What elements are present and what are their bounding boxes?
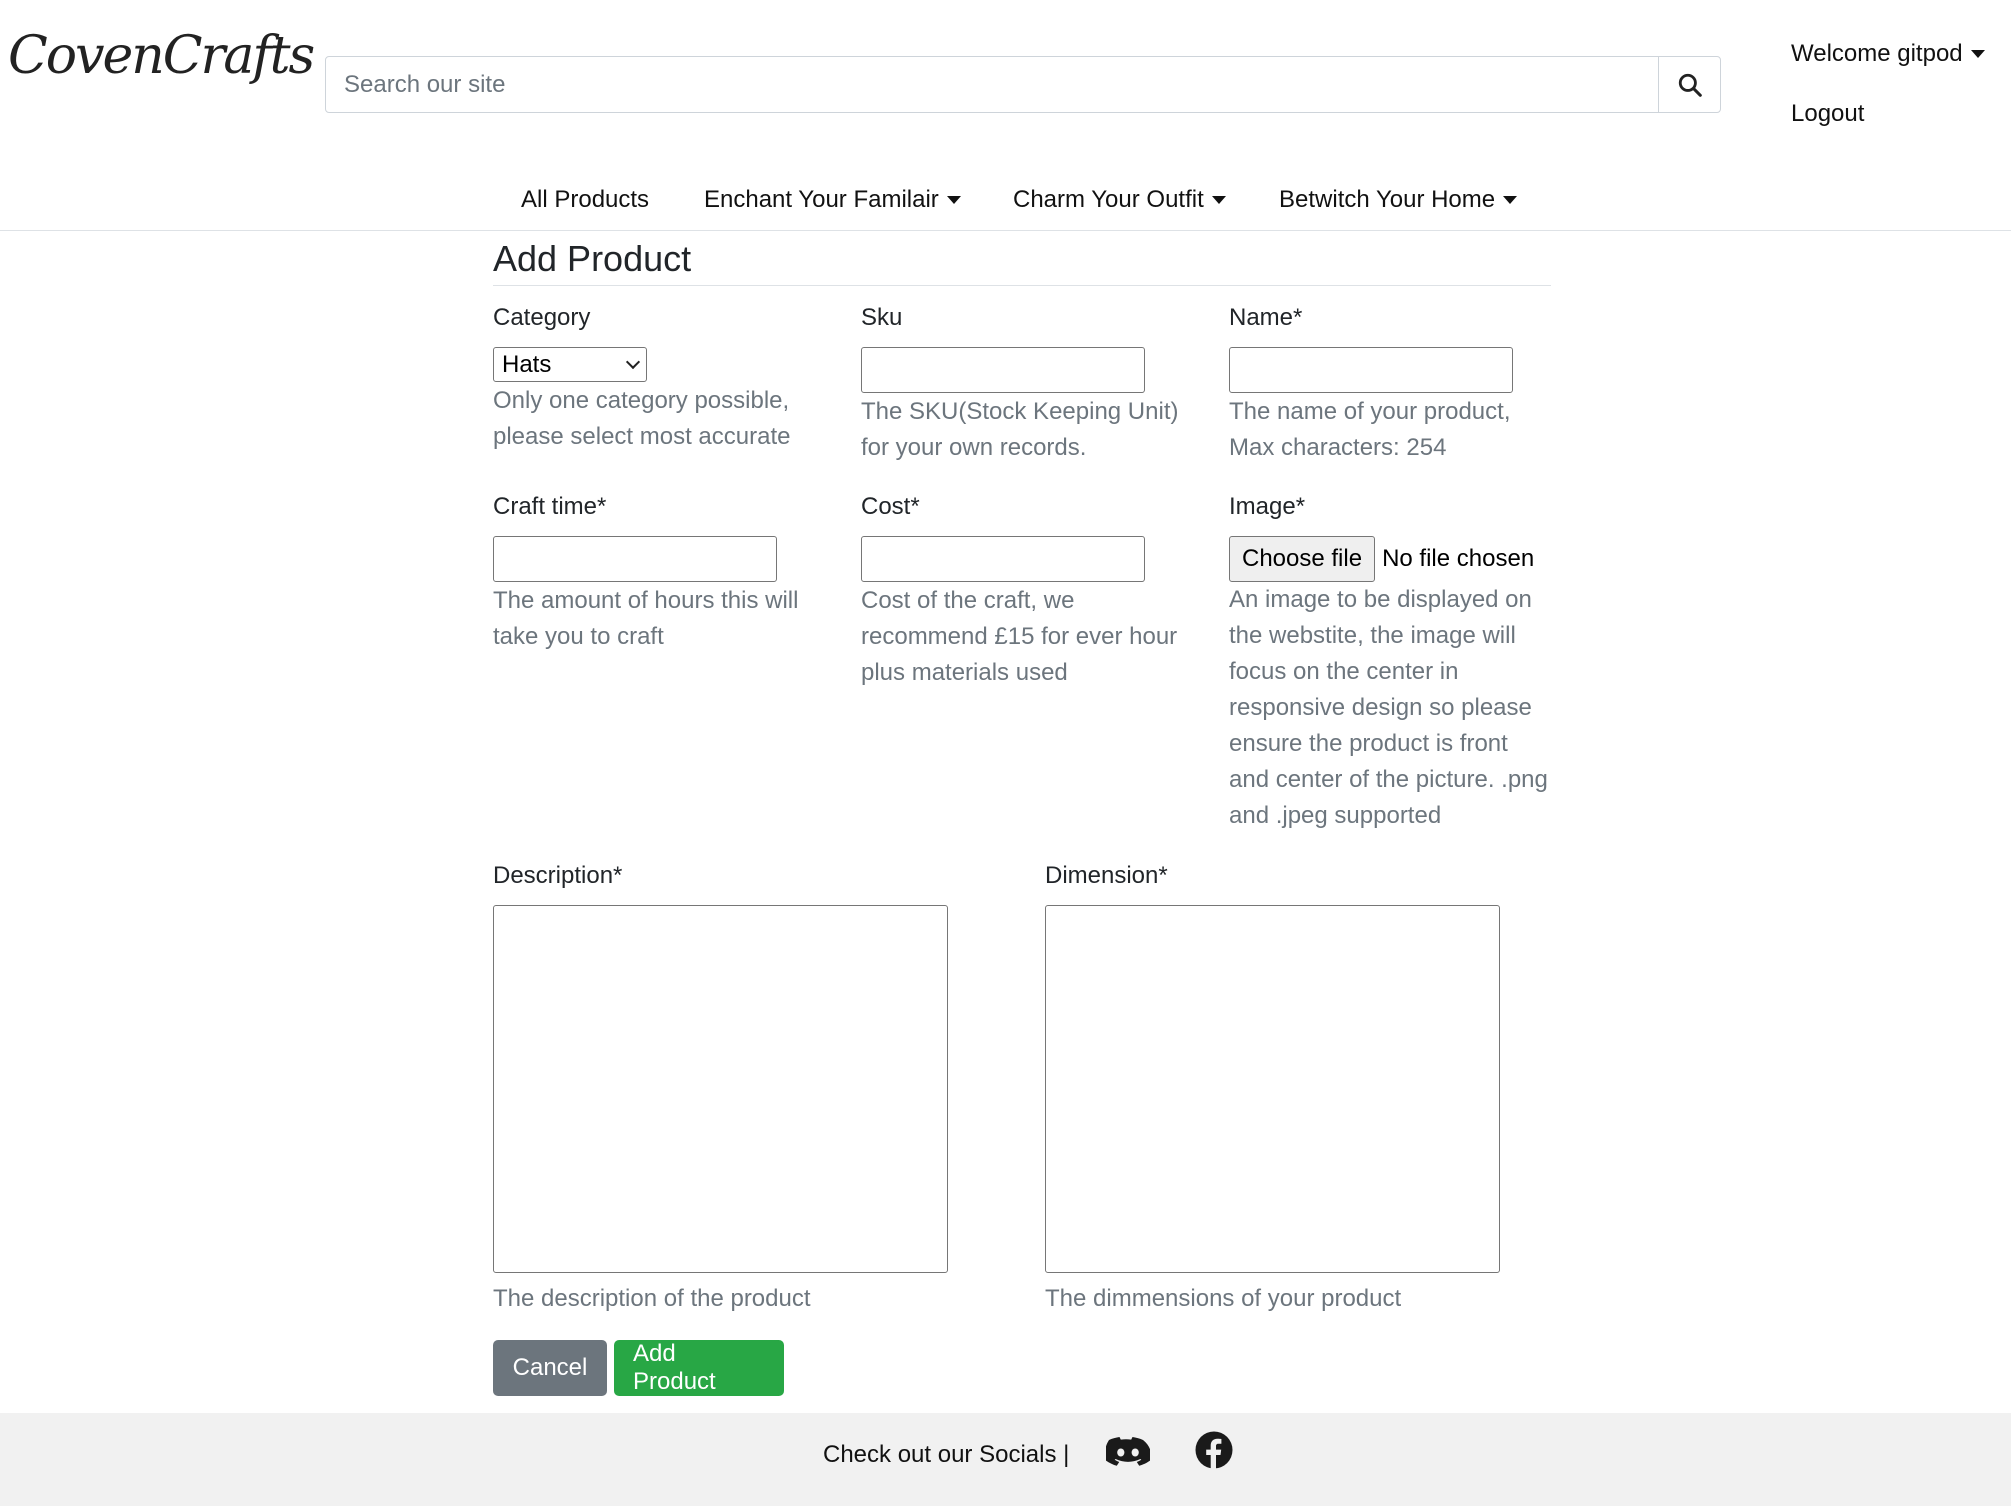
sku-input[interactable] [861, 347, 1145, 393]
dimension-field: Dimension* The dimmensions of your produ… [1045, 859, 1515, 1317]
category-help: Only one category possible, please selec… [493, 387, 791, 450]
name-label: Name* [1229, 304, 1303, 331]
name-input[interactable] [1229, 347, 1513, 393]
facebook-icon[interactable] [1195, 1431, 1233, 1474]
account-dropdown[interactable]: Welcome gitpod [1791, 36, 1985, 72]
nav-item-all-products[interactable]: All Products [521, 186, 649, 214]
sku-help: The SKU(Stock Keeping Unit) for your own… [861, 398, 1179, 461]
description-textarea[interactable] [493, 905, 948, 1273]
craft-time-input[interactable] [493, 536, 777, 582]
file-status: No file chosen [1382, 545, 1535, 572]
category-value: Hats [502, 350, 552, 378]
description-field: Description* The description of the prod… [493, 859, 963, 1317]
search-bar [325, 56, 1721, 113]
search-icon [1678, 73, 1702, 97]
dimension-label: Dimension* [1045, 862, 1168, 889]
footer: Check out our Socials | [0, 1413, 2011, 1506]
add-product-button[interactable]: Add Product [614, 1340, 784, 1396]
search-input[interactable] [326, 57, 1658, 112]
form-actions: Cancel Add Product [493, 1340, 784, 1396]
sku-field: Sku The SKU(Stock Keeping Unit) for your… [861, 301, 1201, 466]
logout-link[interactable]: Logout [1791, 96, 1985, 132]
image-label: Image* [1229, 493, 1306, 520]
category-label: Category [493, 304, 591, 331]
caret-down-icon [1211, 196, 1226, 204]
main-nav: All Products Enchant Your Familair Charm… [0, 178, 2011, 231]
image-file-input[interactable]: Choose file No file chosen [1229, 536, 1549, 582]
nav-item-betwitch-your-home[interactable]: Betwitch Your Home [1279, 186, 1518, 214]
dimension-help: The dimmensions of your product [1045, 1285, 1402, 1312]
account-menu: Welcome gitpod Logout [1791, 36, 1985, 132]
name-field: Name* The name of your product, Max char… [1229, 301, 1549, 466]
site-logo[interactable]: CovenCrafts [8, 26, 315, 86]
nav-item-label: Enchant Your Familair [704, 186, 939, 213]
description-help: The description of the product [493, 1285, 811, 1312]
category-select[interactable]: Hats [493, 347, 647, 382]
search-button[interactable] [1658, 57, 1720, 112]
nav-item-label: Betwitch Your Home [1279, 186, 1496, 213]
discord-icon[interactable] [1104, 1435, 1152, 1474]
cost-input[interactable] [861, 536, 1145, 582]
dimension-textarea[interactable] [1045, 905, 1500, 1273]
caret-down-icon [946, 196, 961, 204]
cost-label: Cost* [861, 493, 920, 520]
name-help: The name of your product, Max characters… [1229, 398, 1511, 461]
nav-item-charm-your-outfit[interactable]: Charm Your Outfit [1013, 186, 1226, 214]
chevron-down-icon [625, 354, 641, 369]
craft-time-field: Craft time* The amount of hours this wil… [493, 490, 823, 655]
nav-item-enchant-your-familiar[interactable]: Enchant Your Familair [704, 186, 961, 214]
cancel-button[interactable]: Cancel [493, 1340, 607, 1396]
caret-down-icon [1970, 50, 1985, 58]
footer-text: Check out our Socials | [823, 1441, 1070, 1468]
page-title: Add Product [493, 238, 692, 279]
cost-help: Cost of the craft, we recommend £15 for … [861, 587, 1178, 686]
account-label: Welcome gitpod [1791, 40, 1963, 67]
craft-time-label: Craft time* [493, 493, 607, 520]
caret-down-icon [1503, 196, 1518, 204]
description-label: Description* [493, 862, 623, 889]
nav-item-label: Charm Your Outfit [1013, 186, 1204, 213]
logout-label: Logout [1791, 100, 1865, 127]
sku-label: Sku [861, 304, 903, 331]
choose-file-button[interactable]: Choose file [1229, 536, 1376, 582]
category-field: Category Hats Only one category possible… [493, 301, 823, 455]
title-divider [493, 285, 1551, 286]
image-help: An image to be displayed on the webstite… [1229, 586, 1548, 829]
nav-item-label: All Products [521, 186, 650, 213]
craft-time-help: The amount of hours this will take you t… [493, 587, 799, 650]
cost-field: Cost* Cost of the craft, we recommend £1… [861, 490, 1201, 691]
image-field: Image* Choose file No file chosen An ima… [1229, 490, 1549, 834]
